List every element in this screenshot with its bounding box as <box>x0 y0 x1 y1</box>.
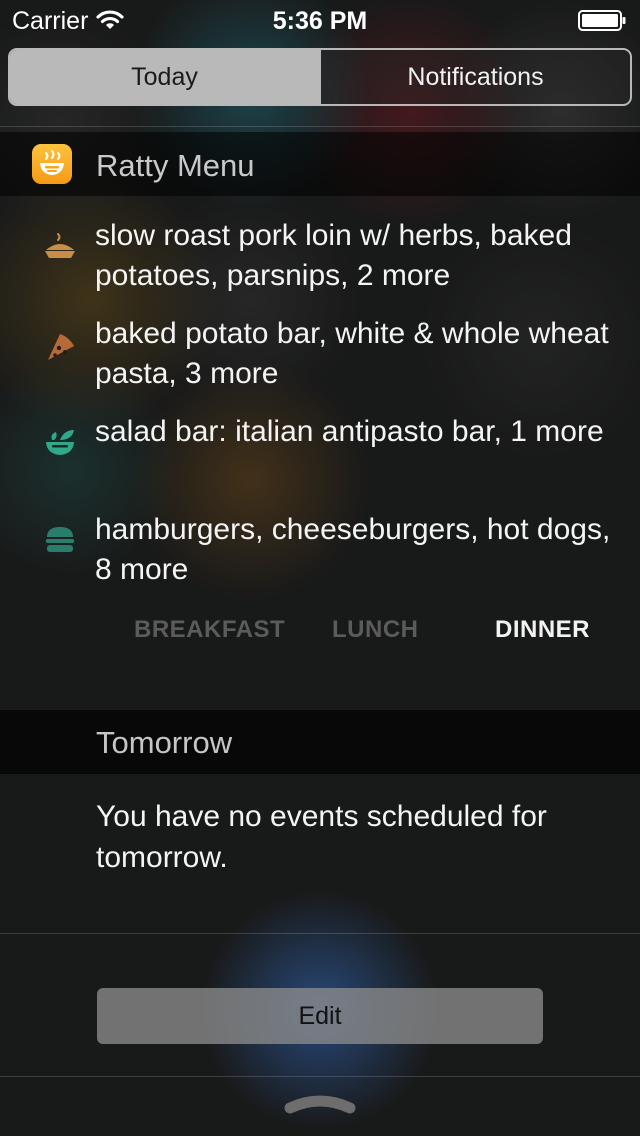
menu-item-text: slow roast pork loin w/ herbs, baked pot… <box>95 219 572 292</box>
divider <box>0 126 640 127</box>
tab-lunch[interactable]: LUNCH <box>332 616 419 644</box>
widget-title: Ratty Menu <box>96 148 255 183</box>
salad-bowl-icon <box>46 430 74 455</box>
tab-notifications[interactable]: Notifications <box>319 50 630 104</box>
notification-center: Carrier 5:36 PM Today Notifications Ratt… <box>0 0 640 1136</box>
tomorrow-header[interactable]: Tomorrow <box>0 710 640 774</box>
grabber-handle-icon[interactable] <box>284 1092 356 1114</box>
divider <box>0 1076 640 1077</box>
burger-icon <box>46 527 74 552</box>
tomorrow-title: Tomorrow <box>96 725 233 760</box>
menu-item-text: salad bar: italian antipasto bar, 1 more <box>95 415 604 448</box>
pie-icon <box>45 233 75 258</box>
tomorrow-message: You have no events scheduled for tomorro… <box>96 800 547 874</box>
status-bar: Carrier 5:36 PM <box>0 0 640 40</box>
menu-item-text: hamburgers, cheeseburgers, hot dogs, 8 m… <box>95 513 611 586</box>
divider <box>0 933 640 934</box>
tab-breakfast[interactable]: BREAKFAST <box>134 616 285 644</box>
clock-time: 5:36 PM <box>272 7 368 35</box>
food-bowl-icon <box>32 144 72 184</box>
edit-button[interactable]: Edit <box>97 988 543 1044</box>
pizza-slice-icon <box>48 334 74 360</box>
menu-item-text: baked potato bar, white & whole wheat pa… <box>95 317 609 390</box>
tab-dinner[interactable]: DINNER <box>495 616 590 644</box>
view-segmented-control: Today Notifications <box>8 48 632 106</box>
widget-header[interactable]: Ratty Menu <box>0 132 640 196</box>
tab-today[interactable]: Today <box>10 50 319 104</box>
battery-icon <box>578 10 626 31</box>
